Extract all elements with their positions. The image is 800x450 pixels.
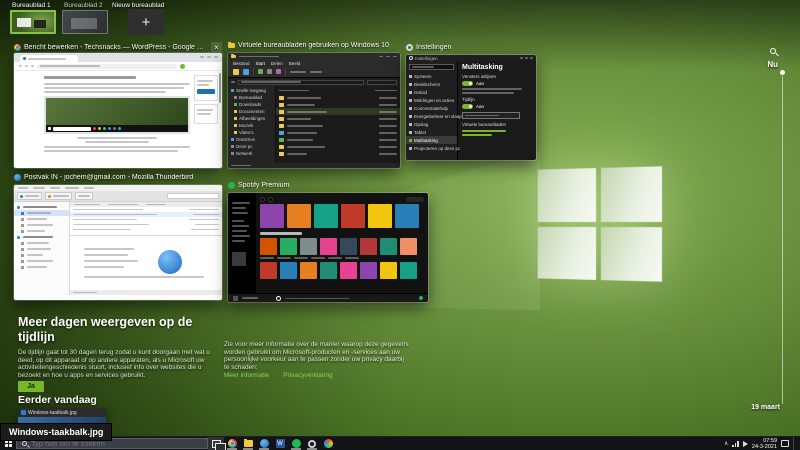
explorer-file-list[interactable] — [276, 86, 400, 163]
desktop-1-label: Bureaublad 1 — [12, 2, 51, 9]
chrome-icon — [14, 43, 21, 51]
taskbar-paint[interactable] — [320, 437, 336, 450]
enable-timeline-button[interactable]: Ja — [18, 381, 44, 392]
gear-icon — [406, 44, 413, 51]
timeline-oldest-date: 19 maart — [751, 404, 780, 411]
clock-date: 24-3-2021 — [751, 443, 777, 450]
settings-panel: Multitasking Vensters uitlijnen Aan Tijd… — [458, 61, 536, 160]
desktop-2-thumbnail[interactable] — [62, 10, 108, 34]
activity-card-title: Windows-taakbalk.jpg — [28, 409, 77, 416]
timeline-paragraph-left: De tijdlijn gaat tot 30 dagen terug zoda… — [18, 349, 210, 379]
explorer-nav-pane[interactable]: Snelle toegang Bureaublad Downloads Docu… — [228, 86, 276, 163]
desktop-1-thumbnail[interactable] — [10, 10, 56, 34]
spotify-album-row[interactable] — [260, 261, 424, 279]
close-icon[interactable]: × — [211, 42, 222, 52]
thunderbird-folder-pane[interactable] — [14, 202, 70, 295]
settings-window-title: Instellingen — [416, 44, 452, 51]
spotify-icon — [291, 439, 301, 448]
ribbon-tab[interactable]: Delen — [271, 61, 283, 66]
toggle-on[interactable] — [462, 104, 473, 109]
thunderbird-logo — [158, 250, 182, 274]
spotify-icon — [228, 182, 235, 189]
paint-icon — [323, 439, 333, 448]
task-view-button[interactable] — [208, 437, 226, 450]
windows-start-icon — [4, 440, 12, 447]
notification-center-icon[interactable] — [781, 440, 789, 447]
task-view-icon — [211, 439, 226, 450]
taskbar-word[interactable]: W — [272, 437, 288, 450]
privacy-link[interactable]: Privacyverklaring — [283, 372, 333, 379]
settings-panel-title: Multitasking — [462, 64, 503, 71]
task-view-screen: Bureaublad 1 Bureaublad 2 Nieuw bureaubl… — [0, 0, 800, 450]
thunderbird-window-thumbnail[interactable] — [13, 184, 223, 301]
tooltip: Windows-taakbalk.jpg — [0, 423, 113, 441]
new-desktop-label: Nieuw bureaublad — [112, 2, 165, 9]
chrome-window-thumbnail[interactable] — [13, 52, 223, 169]
tray-chevron-icon[interactable]: ∧ — [724, 440, 728, 447]
folder-icon — [243, 439, 253, 447]
chrome-window-header: Bericht bewerken - Techsnacks — WordPres… — [14, 42, 222, 52]
spotify-window-title: Spotify Premium — [238, 182, 290, 189]
spotify-window-thumbnail[interactable] — [227, 192, 429, 303]
system-tray: ∧ 07:59 24-3-2021 — [724, 436, 800, 450]
show-desktop-button[interactable] — [793, 436, 796, 450]
search-icon — [22, 441, 27, 446]
spotify-banner-row[interactable] — [260, 204, 424, 228]
taskbar-settings[interactable] — [304, 437, 320, 450]
desktop-2-label: Bureaublad 2 — [64, 2, 103, 9]
explorer-window-thumbnail[interactable]: Bestand Start Delen Beeld Snelle toegang… — [227, 52, 401, 169]
spotify-album-row[interactable] — [260, 238, 424, 255]
new-desktop-button[interactable]: + — [128, 9, 164, 35]
gear-icon — [308, 439, 316, 448]
timeline-search-icon[interactable] — [770, 48, 780, 58]
windows-logo — [537, 166, 663, 282]
thunderbird-window-title: Postvak IN - jochem@gmail.com - Mozilla … — [24, 174, 194, 181]
toggle-on[interactable] — [462, 81, 473, 86]
chrome-icon — [227, 439, 237, 448]
timeline-scroll-dot — [780, 70, 785, 75]
timeline-now-label: Nu — [767, 60, 778, 69]
spotify-window-header: Spotify Premium — [228, 182, 428, 189]
thunderbird-icon — [14, 174, 21, 181]
taskbar: W ∧ 07:59 24-3-2021 — [0, 436, 800, 450]
thunderbird-icon — [259, 439, 269, 448]
thunderbird-window-header: Postvak IN - jochem@gmail.com - Mozilla … — [14, 174, 222, 181]
taskbar-spotify[interactable] — [288, 437, 304, 450]
explorer-window-header: Virtuele bureaubladen gebruiken op Windo… — [228, 42, 398, 49]
ribbon-tab[interactable]: Beeld — [289, 61, 301, 66]
plus-icon: + — [141, 13, 151, 31]
timeline-scrollbar[interactable] — [782, 76, 783, 404]
photos-app-icon — [21, 410, 26, 415]
word-icon: W — [275, 439, 285, 448]
more-info-link[interactable]: Meer informatie — [224, 372, 269, 379]
timeline-heading: Meer dagen weergeven op de tijdlijn — [18, 315, 193, 344]
article-screenshot-image — [44, 96, 190, 134]
explorer-window-title: Virtuele bureaubladen gebruiken op Windo… — [238, 42, 389, 49]
editor-sidebar — [194, 75, 218, 124]
volume-icon[interactable] — [742, 440, 748, 447]
spotify-sidebar[interactable] — [228, 193, 256, 293]
network-icon[interactable] — [732, 440, 739, 447]
taskbar-thunderbird[interactable] — [256, 437, 272, 450]
taskbar-clock[interactable]: 07:59 24-3-2021 — [752, 438, 777, 450]
taskbar-chrome[interactable] — [224, 437, 240, 450]
earlier-today-heading: Eerder vandaag — [18, 394, 97, 406]
folder-icon — [228, 42, 235, 48]
settings-nav[interactable]: Systeem Beeldscherm Geluid Meldingen en … — [406, 61, 473, 160]
thunderbird-start-page — [70, 236, 222, 290]
taskbar-file-explorer[interactable] — [240, 437, 256, 450]
spotify-player-bar[interactable] — [228, 293, 428, 302]
settings-window-thumbnail[interactable]: Instellingen Systeem Beeldscherm Geluid … — [405, 54, 537, 161]
ribbon-tab[interactable]: Bestand — [233, 61, 250, 66]
ribbon-tab[interactable]: Start — [256, 61, 266, 66]
timeline-paragraph-right: Zie voor meer informatie over de manier … — [224, 341, 409, 371]
chrome-window-title: Bericht bewerken - Techsnacks — WordPres… — [24, 43, 204, 51]
settings-window-header: Instellingen — [406, 44, 536, 51]
